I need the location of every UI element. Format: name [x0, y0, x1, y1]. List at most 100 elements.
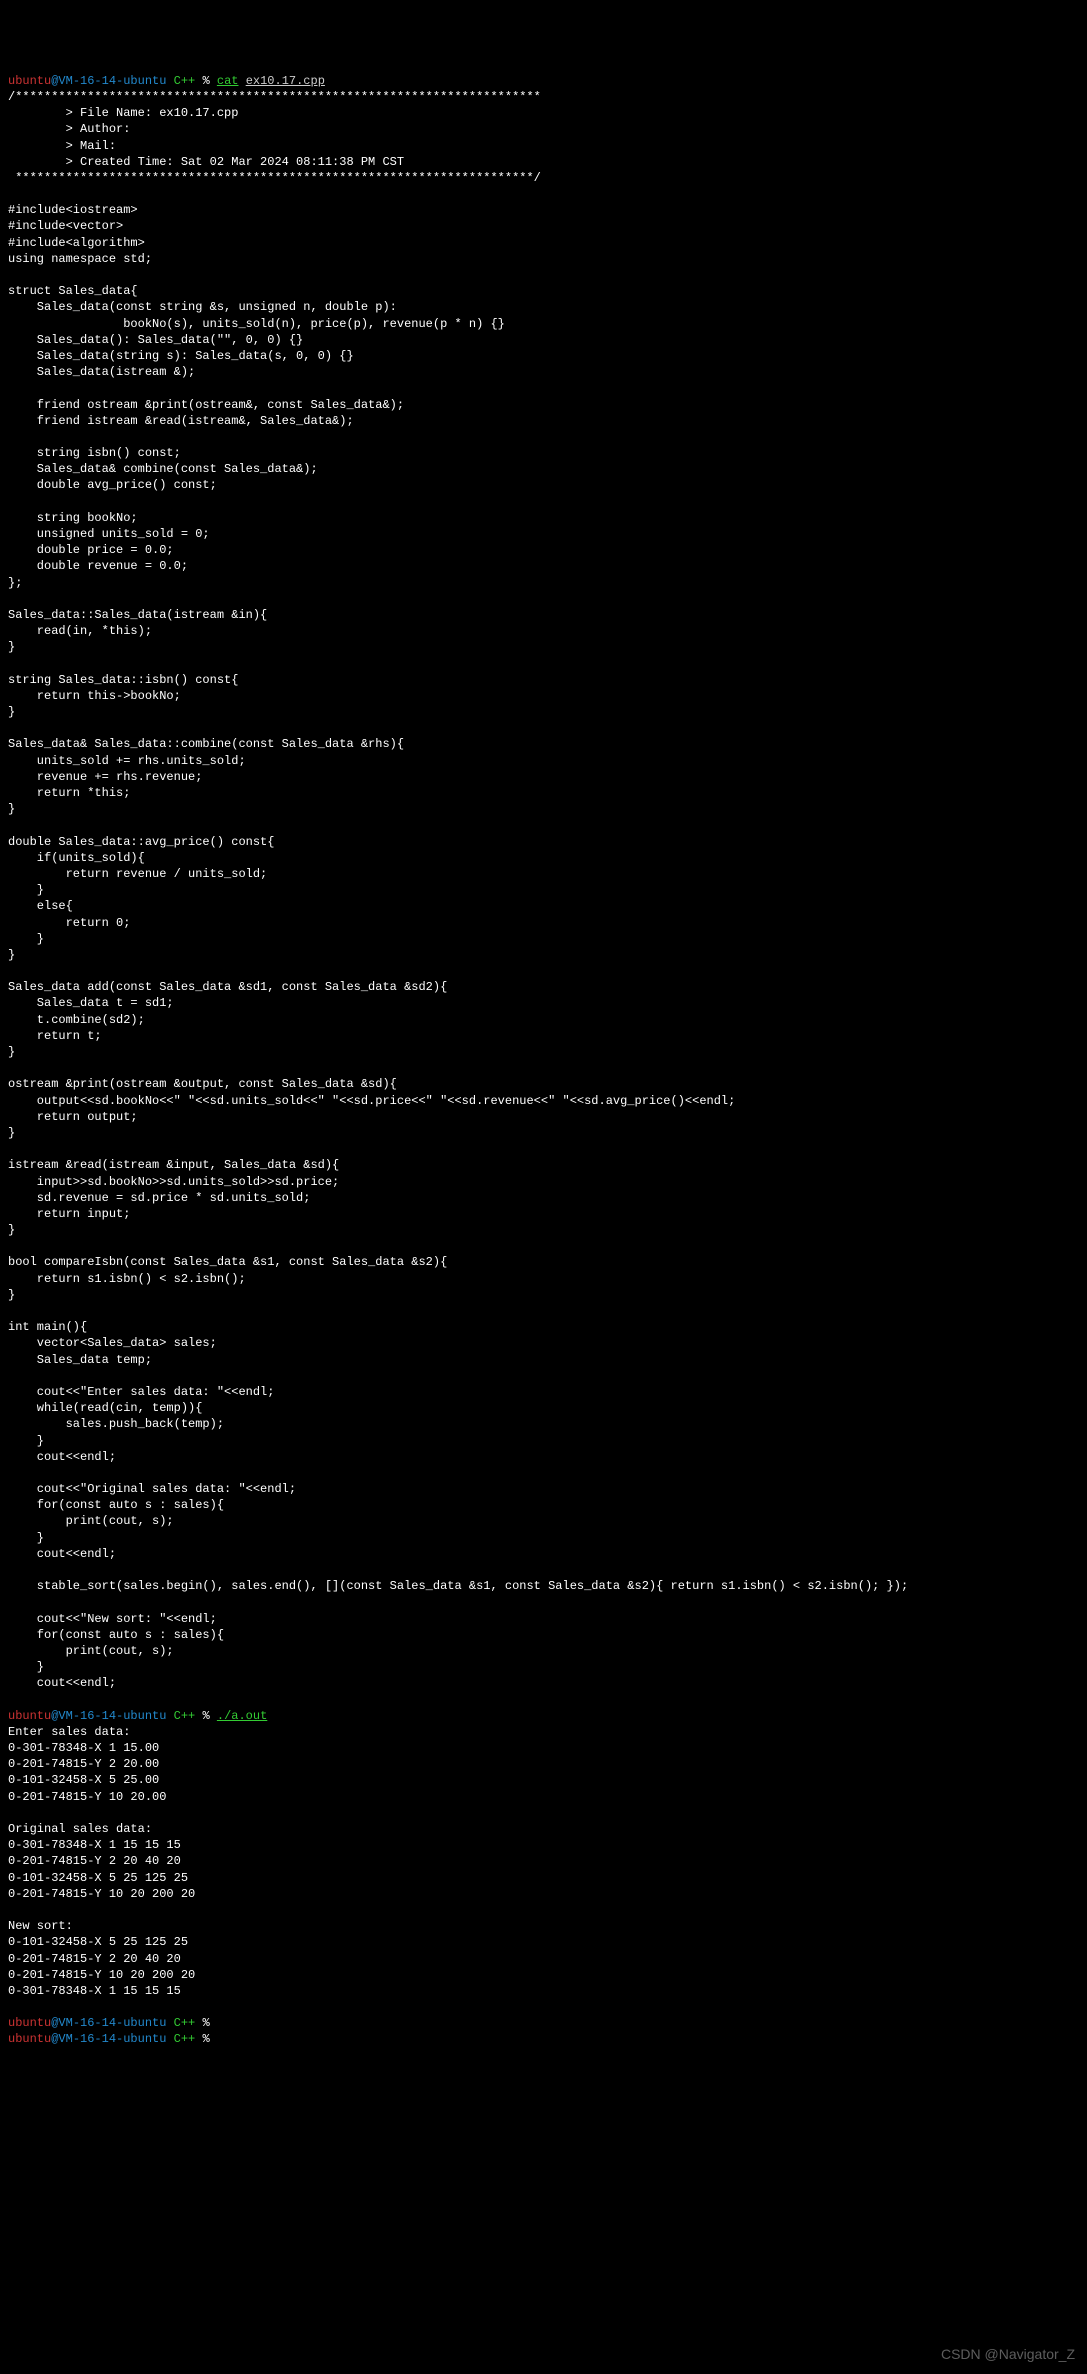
code-line: Sales_data(const string &s, unsigned n, …	[8, 300, 397, 314]
code-line: return revenue / units_sold;	[8, 867, 267, 881]
code-line: #include<iostream>	[8, 203, 138, 217]
output-line: 0-201-74815-Y 2 20 40 20	[8, 1854, 181, 1868]
code-line: double price = 0.0;	[8, 543, 174, 557]
code-line: double revenue = 0.0;	[8, 559, 188, 573]
prompt-line-1: ubuntu@VM-16-14-ubuntu C++ % cat ex10.17…	[8, 74, 325, 88]
code-line: return input;	[8, 1207, 130, 1221]
prompt-user: ubuntu	[8, 2016, 51, 2030]
code-line: #include<vector>	[8, 219, 123, 233]
prompt-dir: C++	[166, 74, 202, 88]
output-line: Enter sales data:	[8, 1725, 130, 1739]
output-line: 0-201-74815-Y 10 20 200 20	[8, 1887, 195, 1901]
cat-filename: ex10.17.cpp	[246, 74, 325, 88]
prompt-user: ubuntu	[8, 2032, 51, 2046]
code-line: cout<<endl;	[8, 1547, 116, 1561]
code-line: Sales_data(string s): Sales_data(s, 0, 0…	[8, 349, 354, 363]
prompt-line-3[interactable]: ubuntu@VM-16-14-ubuntu C++ %	[8, 2016, 210, 2030]
code-line: }	[8, 640, 15, 654]
code-line: #include<algorithm>	[8, 236, 145, 250]
code-line: return 0;	[8, 916, 130, 930]
code-line: using namespace std;	[8, 252, 152, 266]
terminal-output: ubuntu@VM-16-14-ubuntu C++ % cat ex10.17…	[8, 73, 1079, 2048]
output-line: 0-101-32458-X 5 25.00	[8, 1773, 159, 1787]
prompt-user: ubuntu	[8, 1709, 51, 1723]
code-line: print(cout, s);	[8, 1514, 174, 1528]
code-line: cout<<"New sort: "<<endl;	[8, 1612, 217, 1626]
prompt-host: VM-16-14-ubuntu	[58, 2016, 166, 2030]
code-line: read(in, *this);	[8, 624, 152, 638]
code-line: vector<Sales_data> sales;	[8, 1336, 217, 1350]
file-header-line: > Author:	[8, 122, 130, 136]
prompt-sep: %	[202, 2016, 209, 2030]
code-line: }	[8, 1223, 15, 1237]
prompt-sep: %	[202, 1709, 209, 1723]
run-command: ./a.out	[217, 1709, 267, 1723]
prompt-dir: C++	[166, 1709, 202, 1723]
code-line: ostream &print(ostream &output, const Sa…	[8, 1077, 397, 1091]
code-line: output<<sd.bookNo<<" "<<sd.units_sold<<"…	[8, 1094, 735, 1108]
code-line: bool compareIsbn(const Sales_data &s1, c…	[8, 1255, 447, 1269]
code-line: cout<<endl;	[8, 1676, 116, 1690]
code-line: input>>sd.bookNo>>sd.units_sold>>sd.pric…	[8, 1175, 339, 1189]
file-header-line: > Mail:	[8, 139, 116, 153]
code-line: }	[8, 1288, 15, 1302]
file-header-line: > File Name: ex10.17.cpp	[8, 106, 238, 120]
code-line: istream &read(istream &input, Sales_data…	[8, 1158, 339, 1172]
file-header-line: ****************************************…	[8, 171, 541, 185]
code-line: }	[8, 802, 15, 816]
code-line: Sales_data add(const Sales_data &sd1, co…	[8, 980, 447, 994]
code-line: units_sold += rhs.units_sold;	[8, 754, 246, 768]
code-line: string isbn() const;	[8, 446, 181, 460]
code-line: };	[8, 576, 22, 590]
code-line: stable_sort(sales.begin(), sales.end(), …	[8, 1579, 908, 1593]
output-line: New sort:	[8, 1919, 73, 1933]
prompt-line-4[interactable]: ubuntu@VM-16-14-ubuntu C++ %	[8, 2032, 210, 2046]
code-line: unsigned units_sold = 0;	[8, 527, 210, 541]
code-line: }	[8, 883, 44, 897]
prompt-user: ubuntu	[8, 74, 51, 88]
prompt-host: VM-16-14-ubuntu	[58, 1709, 166, 1723]
code-line: Sales_data temp;	[8, 1353, 152, 1367]
code-line: return output;	[8, 1110, 138, 1124]
code-line: cout<<"Enter sales data: "<<endl;	[8, 1385, 274, 1399]
code-line: Sales_data t = sd1;	[8, 996, 174, 1010]
code-line: for(const auto s : sales){	[8, 1628, 224, 1642]
code-line: }	[8, 1531, 44, 1545]
code-line: Sales_data(): Sales_data("", 0, 0) {}	[8, 333, 303, 347]
watermark-text: CSDN @Navigator_Z	[941, 2345, 1075, 2364]
code-line: }	[8, 705, 15, 719]
prompt-sep: %	[202, 2032, 209, 2046]
code-line: sd.revenue = sd.price * sd.units_sold;	[8, 1191, 310, 1205]
prompt-dir: C++	[166, 2016, 202, 2030]
code-line: Sales_data& Sales_data::combine(const Sa…	[8, 737, 404, 751]
code-line: return s1.isbn() < s2.isbn();	[8, 1272, 246, 1286]
code-line: string Sales_data::isbn() const{	[8, 673, 238, 687]
prompt-dir: C++	[166, 2032, 202, 2046]
code-line: else{	[8, 899, 73, 913]
cat-command: cat	[217, 74, 239, 88]
prompt-host: VM-16-14-ubuntu	[58, 74, 166, 88]
output-line: 0-301-78348-X 1 15 15 15	[8, 1838, 181, 1852]
code-line: Sales_data& combine(const Sales_data&);	[8, 462, 318, 476]
code-line: cout<<"Original sales data: "<<endl;	[8, 1482, 296, 1496]
output-line: 0-101-32458-X 5 25 125 25	[8, 1871, 188, 1885]
code-line: cout<<endl;	[8, 1450, 116, 1464]
code-line: int main(){	[8, 1320, 87, 1334]
output-line: 0-201-74815-Y 2 20.00	[8, 1757, 159, 1771]
output-line: 0-201-74815-Y 10 20.00	[8, 1790, 166, 1804]
code-line: }	[8, 1434, 44, 1448]
code-line: }	[8, 948, 15, 962]
code-line: }	[8, 1660, 44, 1674]
prompt-line-2: ubuntu@VM-16-14-ubuntu C++ % ./a.out	[8, 1709, 267, 1723]
code-line: return t;	[8, 1029, 102, 1043]
code-line: sales.push_back(temp);	[8, 1417, 224, 1431]
file-header-line: > Created Time: Sat 02 Mar 2024 08:11:38…	[8, 155, 404, 169]
output-line: 0-101-32458-X 5 25 125 25	[8, 1935, 188, 1949]
file-header-line: /***************************************…	[8, 90, 541, 104]
code-line: }	[8, 1126, 15, 1140]
code-line: return *this;	[8, 786, 130, 800]
code-line: return this->bookNo;	[8, 689, 181, 703]
code-line: double Sales_data::avg_price() const{	[8, 835, 274, 849]
code-line: friend istream &read(istream&, Sales_dat…	[8, 414, 354, 428]
code-line: }	[8, 1045, 15, 1059]
